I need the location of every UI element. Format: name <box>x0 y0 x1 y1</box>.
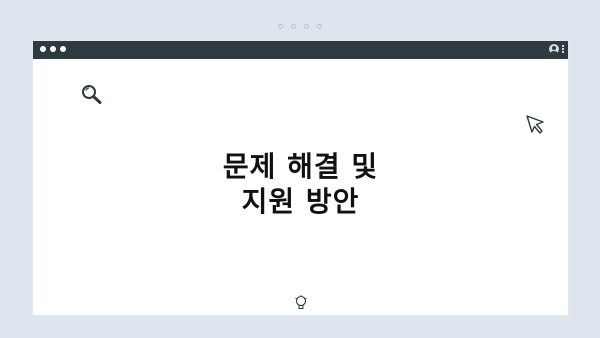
window-control-dot[interactable] <box>60 46 66 52</box>
headline-line-1: 문제 해결 및 <box>222 150 379 183</box>
light-bulb-icon <box>295 295 307 309</box>
page-indicator-dot <box>317 24 322 29</box>
search-icon <box>82 85 102 104</box>
browser-window: 문제 해결 및 지원 방안 <box>33 41 568 315</box>
page-indicator-dot <box>291 24 296 29</box>
headline-line-2: 지원 방안 <box>241 185 360 218</box>
window-titlebar <box>33 41 568 59</box>
page-indicator-dot <box>304 24 309 29</box>
window-control-dot[interactable] <box>50 46 56 52</box>
page-indicator-dots <box>0 24 600 29</box>
user-icon[interactable] <box>549 44 559 54</box>
titlebar-actions <box>549 44 564 54</box>
page-headline: 문제 해결 및 지원 방안 <box>33 149 568 219</box>
kebab-menu-icon[interactable] <box>562 45 564 53</box>
cursor-arrow-icon <box>526 115 544 134</box>
window-control-dot[interactable] <box>40 46 46 52</box>
window-controls <box>40 46 66 52</box>
window-content: 문제 해결 및 지원 방안 <box>33 59 568 315</box>
page-indicator-dot <box>278 24 283 29</box>
